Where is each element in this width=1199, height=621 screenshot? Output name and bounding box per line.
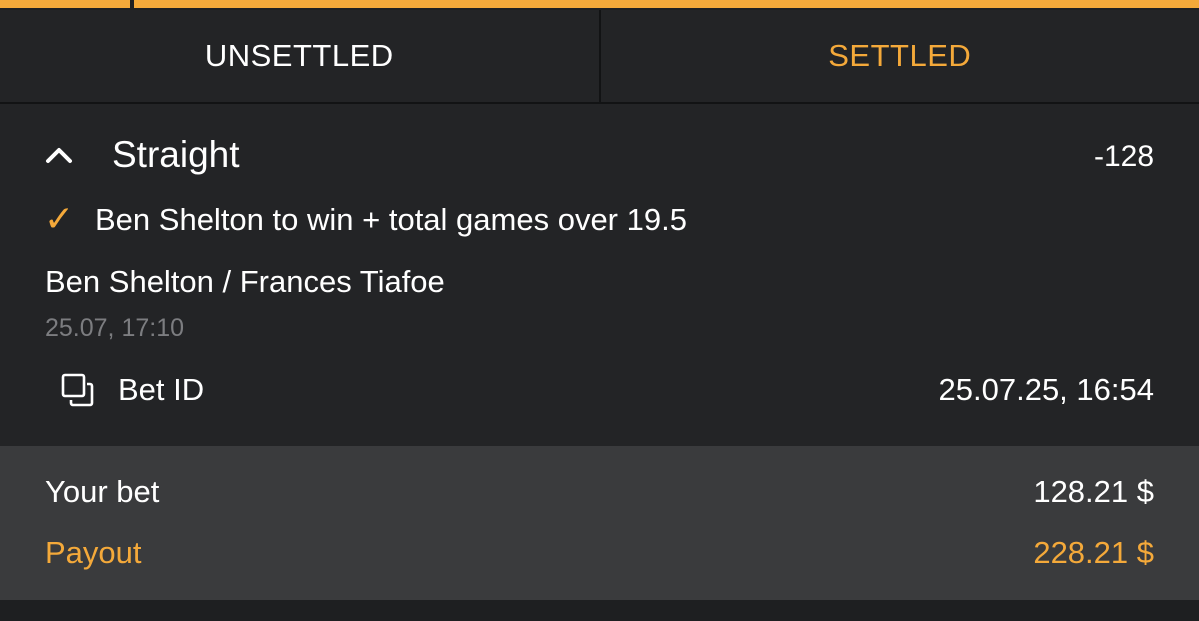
tab-settled[interactable]: SETTLED: [601, 10, 1199, 102]
selection-row: ✓ Ben Shelton to win + total games over …: [0, 196, 1199, 244]
bet-summary: Your bet 128.21 $ Payout 228.21 $: [0, 446, 1199, 600]
payout-label: Payout: [45, 535, 142, 570]
bet-id-row: Bet ID 25.07.25, 16:54: [0, 370, 1199, 410]
selection-text: Ben Shelton to win + total games over 19…: [95, 202, 687, 237]
event-name: Ben Shelton / Frances Tiafoe: [45, 264, 445, 299]
checkmark-icon: ✓: [44, 198, 75, 239]
bet-id-label[interactable]: Bet ID: [118, 372, 204, 408]
bottom-strip: [0, 600, 1199, 621]
your-bet-row: Your bet 128.21 $: [0, 474, 1199, 518]
bet-type: Straight: [112, 134, 240, 175]
bet-type-row[interactable]: Straight -128: [0, 132, 1199, 178]
chevron-up-icon[interactable]: [44, 142, 74, 166]
your-bet-label: Your bet: [45, 474, 160, 509]
tab-unsettled-label: UNSETTLED: [204, 38, 394, 73]
payout-row: Payout 228.21 $: [0, 535, 1199, 579]
bet-placed-datetime: 25.07.25, 16:54: [938, 372, 1154, 407]
tab-settled-label: SETTLED: [828, 38, 972, 73]
event-time: 25.07, 17:10: [45, 314, 185, 342]
bet-card: Straight -128 ✓ Ben Shelton to win + tot…: [0, 104, 1199, 446]
bet-status-tabs: UNSETTLED SETTLED: [0, 10, 1199, 104]
top-accent-divider: [130, 0, 134, 8]
top-accent-bar: [0, 0, 1199, 8]
tab-unsettled[interactable]: UNSETTLED: [0, 10, 601, 102]
payout-value: 228.21 $: [1033, 535, 1154, 570]
copy-icon[interactable]: [60, 372, 96, 408]
your-bet-value: 128.21 $: [1033, 474, 1154, 509]
bet-odds: -128: [1093, 140, 1154, 173]
